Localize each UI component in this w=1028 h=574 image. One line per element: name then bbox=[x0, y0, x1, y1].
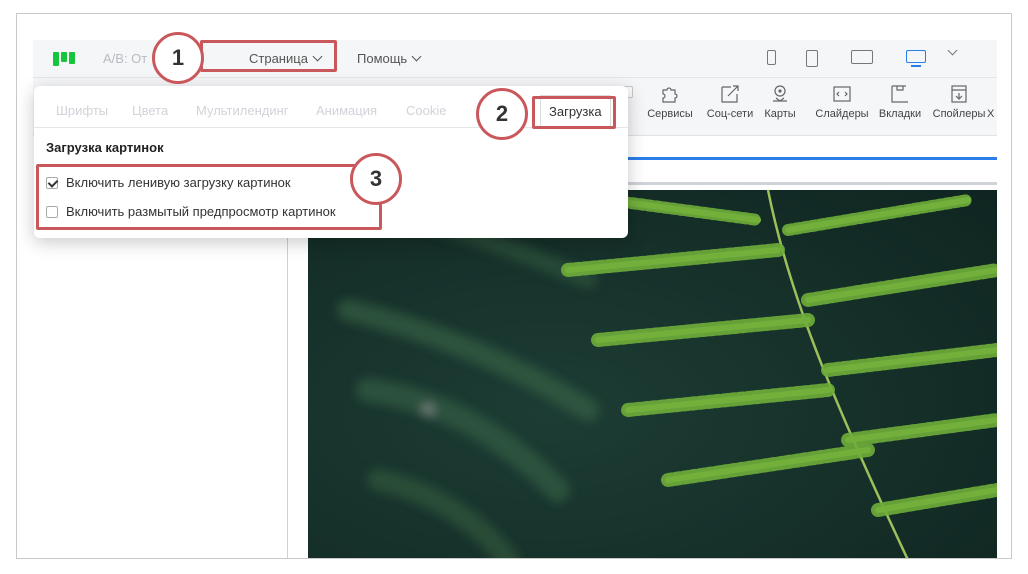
tab-multilanding[interactable]: Мультилендинг bbox=[196, 103, 289, 118]
tab-cookie[interactable]: Cookie bbox=[406, 103, 446, 118]
tool-more[interactable]: Х bbox=[987, 84, 997, 120]
annotation-badge-2: 2 bbox=[476, 88, 528, 140]
tool-spoilers[interactable]: Спойлеры bbox=[929, 84, 989, 120]
tab-fonts[interactable]: Шрифты bbox=[56, 103, 108, 118]
tool-sliders[interactable]: Слайдеры bbox=[809, 84, 875, 120]
laptop-preview-icon[interactable] bbox=[851, 50, 873, 64]
desktop-stand-icon bbox=[911, 65, 921, 67]
tab-colors[interactable]: Цвета bbox=[132, 103, 168, 118]
tool-services[interactable]: Сервисы bbox=[637, 84, 703, 120]
tool-more-label: Х bbox=[987, 108, 995, 120]
tool-social-label: Соц-сети bbox=[706, 108, 754, 120]
menu-help[interactable]: Помощь bbox=[357, 51, 422, 66]
tabs-icon bbox=[891, 85, 908, 103]
fern-photo[interactable] bbox=[308, 190, 997, 558]
phone-preview-icon[interactable] bbox=[767, 50, 776, 65]
logo-icon bbox=[53, 52, 77, 66]
share-icon bbox=[721, 85, 739, 103]
chevron-down-icon bbox=[947, 45, 958, 56]
puzzle-icon bbox=[662, 87, 678, 103]
tool-sliders-label: Слайдеры bbox=[815, 108, 869, 120]
tool-maps-label: Карты bbox=[764, 108, 796, 120]
annotation-badge-3: 3 bbox=[350, 153, 402, 205]
desktop-preview-icon[interactable] bbox=[906, 50, 926, 63]
device-menu-toggle[interactable] bbox=[947, 45, 958, 56]
tool-spoilers-label: Спойлеры bbox=[932, 108, 986, 120]
section-title: Загрузка картинок bbox=[46, 140, 164, 155]
highlight-loading-tab bbox=[532, 96, 616, 129]
highlight-page-menu bbox=[200, 40, 337, 72]
tool-tabs-label: Вкладки bbox=[878, 108, 922, 120]
tool-maps[interactable]: Карты bbox=[751, 84, 809, 120]
annotation-badge-1: 1 bbox=[152, 32, 204, 84]
tab-animation[interactable]: Анимация bbox=[316, 103, 377, 118]
menu-ab-test[interactable]: A/B: От bbox=[103, 51, 147, 66]
menu-help-label: Помощь bbox=[357, 51, 408, 66]
tool-more-icon bbox=[992, 84, 997, 104]
chevron-down-icon bbox=[411, 51, 422, 62]
spoiler-icon bbox=[951, 85, 967, 103]
highlight-options bbox=[36, 164, 382, 230]
menu-ab-label: A/B: От bbox=[103, 51, 148, 66]
map-pin-icon bbox=[773, 85, 787, 102]
slider-icon bbox=[833, 86, 851, 102]
fern-image bbox=[308, 190, 997, 558]
tool-tabs[interactable]: Вкладки bbox=[871, 84, 929, 120]
tool-services-label: Сервисы bbox=[647, 108, 693, 120]
tablet-preview-icon[interactable] bbox=[806, 50, 818, 67]
